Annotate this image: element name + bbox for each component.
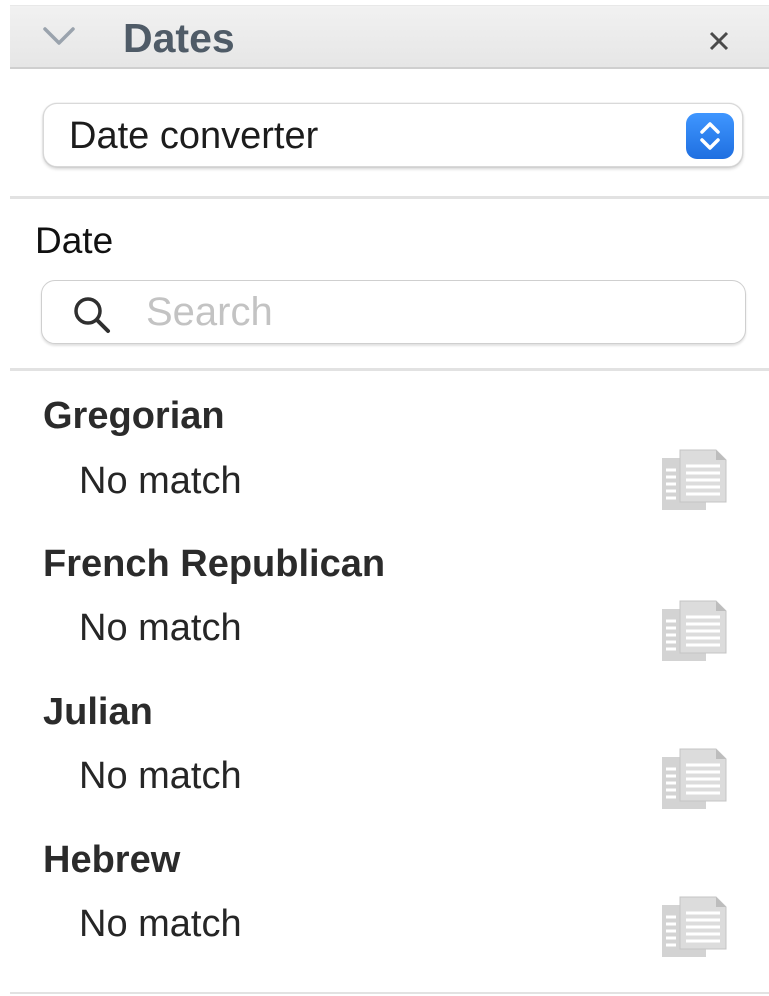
search-input[interactable] bbox=[146, 289, 706, 335]
copy-icon[interactable] bbox=[658, 745, 730, 813]
date-search-field[interactable] bbox=[41, 280, 746, 344]
converter-select[interactable]: Date converter bbox=[43, 103, 743, 167]
date-label: Date bbox=[35, 220, 114, 261]
calendar-value-julian: No match bbox=[79, 755, 242, 797]
panel-title: Dates bbox=[123, 15, 235, 61]
calendar-name-hebrew: Hebrew bbox=[43, 839, 181, 881]
dates-panel-header: Dates bbox=[10, 5, 769, 69]
divider bbox=[10, 196, 769, 199]
copy-icon[interactable] bbox=[658, 893, 730, 961]
calendar-value-french-republican: No match bbox=[79, 607, 242, 649]
calendar-name-french-republican: French Republican bbox=[43, 543, 386, 585]
divider bbox=[10, 368, 769, 371]
calendar-name-gregorian: Gregorian bbox=[43, 395, 225, 437]
calendar-value-hebrew: No match bbox=[79, 903, 242, 945]
calendar-value-gregorian: No match bbox=[79, 460, 242, 502]
close-icon[interactable] bbox=[703, 24, 735, 56]
up-down-arrows-icon[interactable] bbox=[686, 113, 734, 159]
divider bbox=[10, 992, 769, 994]
chevron-down-icon[interactable] bbox=[42, 20, 76, 50]
copy-icon[interactable] bbox=[658, 446, 730, 514]
calendar-name-julian: Julian bbox=[43, 691, 153, 733]
search-icon bbox=[74, 297, 110, 333]
copy-icon[interactable] bbox=[658, 597, 730, 665]
converter-select-value: Date converter bbox=[69, 115, 319, 157]
